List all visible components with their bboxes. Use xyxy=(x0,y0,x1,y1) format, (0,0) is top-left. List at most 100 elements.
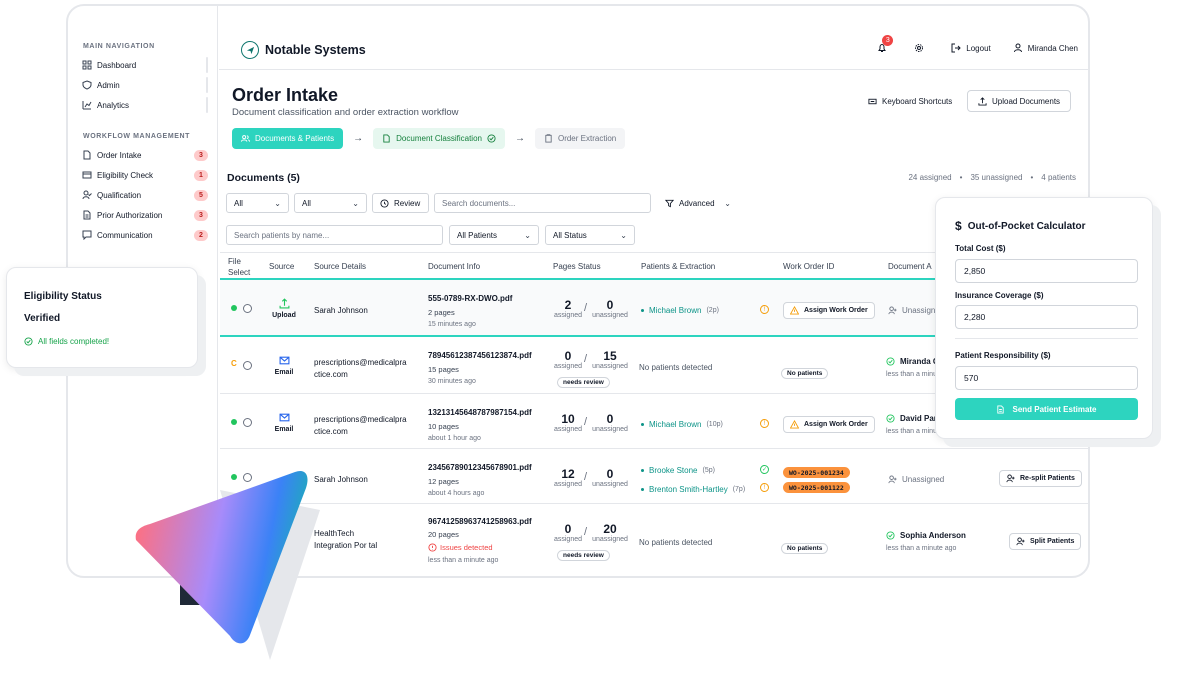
col-document-info[interactable]: Document Info xyxy=(428,262,480,271)
assign-work-order-button[interactable]: Assign Work Order xyxy=(783,416,875,433)
assignee[interactable]: Miranda C xyxy=(886,357,939,366)
notifications-button[interactable]: 3 xyxy=(877,35,894,53)
patient-link[interactable]: Michael Brown (2p) xyxy=(641,306,719,315)
document-name[interactable]: 23456789012345678901.pdf xyxy=(428,463,532,472)
step-documents-patients[interactable]: Documents & Patients xyxy=(232,128,344,149)
sidebar-item-admin[interactable]: Admin xyxy=(82,76,212,94)
chevron-down-icon: ⌄ xyxy=(524,230,531,240)
check-circle-icon xyxy=(487,134,496,143)
brand[interactable]: Notable Systems xyxy=(241,41,366,59)
scroll-indicator xyxy=(206,57,208,73)
sidebar-item-eligibility-check[interactable]: Eligibility Check 1 xyxy=(82,166,212,184)
col-source[interactable]: Source xyxy=(269,262,294,271)
step-order-extraction[interactable]: Order Extraction xyxy=(534,128,626,149)
filter-value: All Status xyxy=(553,230,587,240)
col-source-details[interactable]: Source Details xyxy=(314,262,366,271)
source-label: Email xyxy=(274,369,294,376)
settings-button[interactable] xyxy=(914,43,929,53)
patient-link[interactable]: Brenton Smith-Hartley (7p) xyxy=(641,485,745,494)
split-patients-button[interactable]: Split Patients xyxy=(1009,533,1082,550)
needs-review-pill: needs review xyxy=(557,377,610,388)
filter-select-1[interactable]: All ⌄ xyxy=(226,193,289,213)
unassigned-pages: 0 unassigned xyxy=(592,467,628,488)
review-button[interactable]: Review xyxy=(372,193,429,213)
assignee[interactable]: David Par xyxy=(886,414,937,423)
search-patients-input[interactable]: Search patients by name... xyxy=(226,225,443,245)
upload-documents-button[interactable]: Upload Documents xyxy=(967,90,1072,112)
user-menu[interactable]: Miranda Chen xyxy=(1013,43,1078,53)
calculator-title: $ Out-of-Pocket Calculator xyxy=(955,219,1085,233)
unassigned-pages: 0 unassigned xyxy=(592,298,628,319)
dollar-icon: $ xyxy=(955,219,962,233)
gear-icon xyxy=(915,44,924,52)
assign-work-order-button[interactable]: Assign Work Order xyxy=(783,302,875,319)
source-details: Sarah Johnson xyxy=(314,306,368,315)
work-order-tag[interactable]: WO-2025-001234 xyxy=(783,467,850,478)
table-row[interactable]: Sarah Johnson 23456789012345678901.pdf 1… xyxy=(220,449,1088,504)
insurance-coverage-input[interactable]: 2,280 xyxy=(955,305,1138,329)
sidebar-item-qualification[interactable]: Qualification 5 xyxy=(82,186,212,204)
no-patients-text: No patients detected xyxy=(639,363,713,372)
chevron-down-icon: ⌄ xyxy=(352,198,359,208)
re-split-patients-button[interactable]: Re-split Patients xyxy=(999,470,1082,487)
row-select-radio[interactable] xyxy=(243,361,252,370)
scroll-indicator xyxy=(206,77,208,93)
top-bar: Notable Systems 3 Logout Miranda Chen xyxy=(219,6,1088,70)
assignee[interactable]: Sophia Anderson xyxy=(886,531,966,540)
sidebar-item-communication[interactable]: Communication 2 xyxy=(82,226,212,244)
document-name[interactable]: 78945612387456123874.pdf xyxy=(428,351,532,360)
document-name[interactable]: 13213145648787987154.pdf xyxy=(428,408,532,417)
sidebar-item-dashboard[interactable]: Dashboard xyxy=(82,56,212,74)
unassigned-number: 20 xyxy=(603,522,617,536)
source-details: Sarah Johnson xyxy=(314,475,368,484)
row-select-radio[interactable] xyxy=(243,418,252,427)
sidebar-item-prior-authorization[interactable]: Prior Authorization 3 xyxy=(82,206,212,224)
patient-responsibility-input[interactable]: 570 xyxy=(955,366,1138,390)
work-order-tag[interactable]: WO-2025-001122 xyxy=(783,482,850,493)
row-select-radio[interactable] xyxy=(243,304,252,313)
filter-select-2[interactable]: All ⌄ xyxy=(294,193,367,213)
step-document-classification[interactable]: Document Classification xyxy=(373,128,505,149)
col-work-order-id[interactable]: Work Order ID xyxy=(783,262,834,271)
alert-triangle-icon xyxy=(790,306,799,315)
col-patients-extraction[interactable]: Patients & Extraction xyxy=(641,262,715,271)
assignee[interactable]: Unassigned xyxy=(888,475,944,484)
status-dot xyxy=(231,305,237,311)
user-plus-icon xyxy=(1016,537,1025,546)
assigned-pages: 10 assigned xyxy=(550,412,586,433)
workflow-steps: Documents & Patients → Document Classifi… xyxy=(232,128,626,149)
patient-link[interactable]: Brooke Stone (5p) xyxy=(641,466,715,475)
scroll-indicator xyxy=(206,97,208,113)
insurance-coverage-label: Insurance Coverage ($) xyxy=(955,291,1044,300)
filter-value: All Patients xyxy=(457,230,498,240)
total-cost-input[interactable]: 2,850 xyxy=(955,259,1138,283)
arrow-right-icon: → xyxy=(514,133,525,144)
check-circle-icon: ✓ xyxy=(760,465,769,474)
document-name[interactable]: 96741258963741258963.pdf xyxy=(428,517,532,526)
patients-filter-select[interactable]: All Patients ⌄ xyxy=(449,225,539,245)
sidebar-item-order-intake[interactable]: Order Intake 3 xyxy=(82,146,212,164)
page-count: 15 pages xyxy=(428,365,459,374)
fields-complete-note: All fields completed! xyxy=(24,337,109,346)
mail-icon xyxy=(279,356,289,365)
clipboard-icon xyxy=(545,134,552,143)
advanced-filter-button[interactable]: Advanced ⌄ xyxy=(658,193,738,213)
document-name[interactable]: 555-0789-RX-DWO.pdf xyxy=(428,294,512,303)
logout-button[interactable]: Logout xyxy=(951,43,991,53)
search-documents-input[interactable]: Search documents... xyxy=(434,193,651,213)
patient-link[interactable]: Michael Brown (10p) xyxy=(641,420,723,429)
source-email: Email xyxy=(264,355,304,376)
uploaded-time: 15 minutes ago xyxy=(428,321,476,328)
bullet xyxy=(641,488,644,491)
send-patient-estimate-button[interactable]: Send Patient Estimate xyxy=(955,398,1138,420)
no-patients-text: No patients detected xyxy=(639,538,713,547)
source-details: prescriptions@medicalpra ctice.com xyxy=(314,415,407,436)
user-plus-icon xyxy=(888,475,897,484)
col-file-select[interactable]: File Select xyxy=(228,256,250,278)
table-row[interactable]: HealthTech Integration Por tal 967412589… xyxy=(220,504,1088,564)
col-document-assignee[interactable]: Document A xyxy=(888,262,932,271)
status-filter-select[interactable]: All Status ⌄ xyxy=(545,225,635,245)
sidebar-item-analytics[interactable]: Analytics xyxy=(82,96,212,114)
col-pages-status[interactable]: Pages Status xyxy=(553,262,601,271)
keyboard-shortcuts-button[interactable]: Keyboard Shortcuts xyxy=(858,90,962,112)
